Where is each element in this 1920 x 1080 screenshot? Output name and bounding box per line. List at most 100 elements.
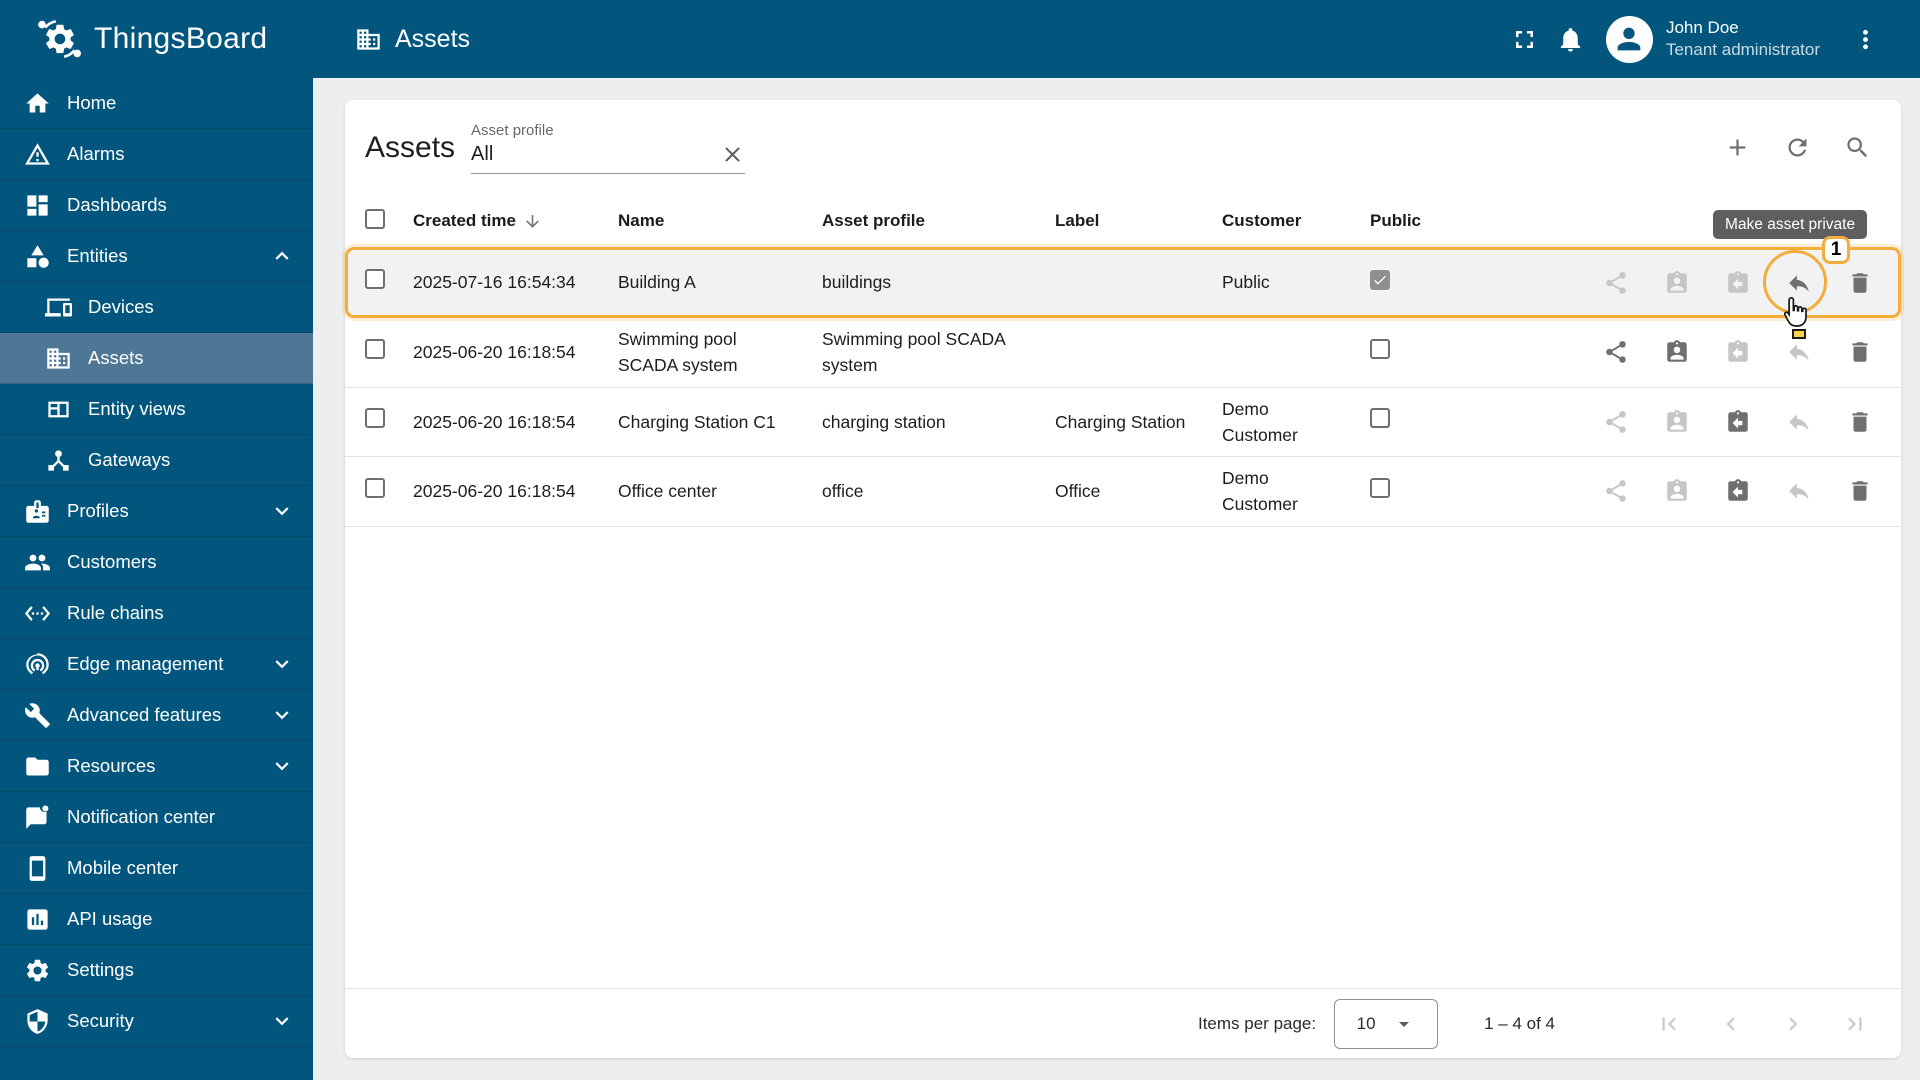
category-icon (24, 243, 51, 270)
row-checkbox[interactable] (365, 338, 385, 359)
cursor-pointer-icon (1783, 296, 1807, 327)
sidebar-item-entities[interactable]: Entities (0, 231, 313, 282)
sidebar-item-label: Gateways (88, 449, 171, 470)
cell-asset-profile: Swimming pool SCADA system (822, 329, 1005, 376)
sidebar-item-home[interactable]: Home (0, 78, 313, 129)
row-checkbox[interactable] (365, 408, 385, 429)
row-checkbox[interactable] (365, 268, 385, 289)
assign-to-customer-button[interactable] (1657, 332, 1697, 372)
column-header-name[interactable]: Name (618, 211, 822, 231)
sidebar-item-rule-chains[interactable]: Rule chains (0, 588, 313, 639)
table-row[interactable]: 2025-06-20 16:18:54 Office center office… (345, 457, 1901, 527)
make-asset-public-button (1596, 471, 1636, 511)
column-header-asset-profile[interactable]: Asset profile (822, 211, 1055, 231)
device_hub-icon (45, 447, 72, 474)
delete-asset-button[interactable] (1840, 332, 1880, 372)
chevron-up-icon (269, 243, 295, 269)
table-row[interactable]: 2025-07-16 16:54:34 Building A buildings… (345, 247, 1901, 318)
sidebar-item-notification-center[interactable]: Notification center (0, 792, 313, 843)
sidebar-item-label: Edge management (67, 653, 224, 674)
sidebar-item-settings[interactable]: Settings (0, 945, 313, 996)
card-title: Assets (365, 130, 456, 164)
smartphone-icon (24, 855, 51, 882)
sidebar-item-dashboards[interactable]: Dashboards (0, 180, 313, 231)
cell-customer: Demo Customer (1222, 398, 1298, 445)
dashboard-icon (24, 192, 51, 219)
sidebar-item-label: Alarms (67, 143, 125, 164)
paginator: Items per page: 10 1 – 4 of 4 (345, 988, 1901, 1058)
notifications-button[interactable] (1548, 16, 1594, 62)
security-icon (24, 1008, 51, 1035)
chevron-down-icon (269, 651, 295, 677)
table-row[interactable]: 2025-06-20 16:18:54 Charging Station C1 … (345, 388, 1901, 457)
sidebar-item-mobile-center[interactable]: Mobile center (0, 843, 313, 894)
more-menu-button[interactable] (1842, 16, 1888, 62)
sidebar-item-gateways[interactable]: Gateways (0, 435, 313, 486)
assets-page-icon (355, 26, 382, 53)
make-asset-private-button (1779, 402, 1819, 442)
cell-name: Building A (618, 272, 696, 293)
sidebar-item-advanced-features[interactable]: Advanced features (0, 690, 313, 741)
search-button[interactable] (1837, 128, 1877, 168)
column-header-label[interactable]: Label (1055, 211, 1222, 231)
sidebar-item-label: Entities (67, 245, 128, 266)
unassign-from-customer-button[interactable] (1718, 402, 1758, 442)
user-avatar[interactable] (1605, 15, 1653, 63)
sidebar-item-api-usage[interactable]: API usage (0, 894, 313, 945)
card-toolbar: Assets Asset profile All (345, 100, 1901, 195)
sidebar-item-label: Profiles (67, 500, 129, 521)
wifi_tethering-icon (24, 651, 51, 678)
select-all-checkbox[interactable] (365, 208, 385, 229)
sidebar-item-edge-management[interactable]: Edge management (0, 639, 313, 690)
sidebar: Home Alarms Dashboards Entities Devices … (0, 78, 313, 1080)
public-checkbox (1370, 338, 1390, 359)
table-row[interactable]: 2025-06-20 16:18:54 Swimming pool SCADA … (345, 318, 1901, 388)
sidebar-item-customers[interactable]: Customers (0, 537, 313, 588)
row-checkbox[interactable] (365, 477, 385, 498)
cell-customer: Public (1222, 272, 1270, 293)
folder-icon (24, 753, 51, 780)
items-per-page-select[interactable]: 10 (1334, 998, 1439, 1049)
clear-filter-button[interactable] (720, 142, 745, 167)
first-page-button (1649, 1004, 1689, 1044)
sidebar-item-entity-views[interactable]: Entity views (0, 384, 313, 435)
fullscreen-button[interactable] (1502, 16, 1548, 62)
assign-to-customer-button (1657, 402, 1697, 442)
sidebar-item-label: Dashboards (67, 194, 167, 215)
cell-created-time: 2025-06-20 16:18:54 (413, 342, 576, 363)
sidebar-item-security[interactable]: Security (0, 996, 313, 1047)
sidebar-item-resources[interactable]: Resources (0, 741, 313, 792)
sidebar-item-devices[interactable]: Devices (0, 282, 313, 333)
filter-value: All (471, 142, 494, 165)
sidebar-item-alarms[interactable]: Alarms (0, 129, 313, 180)
refresh-button[interactable] (1777, 128, 1817, 168)
asset-profile-filter[interactable]: Asset profile All (471, 121, 746, 174)
assets-card: Assets Asset profile All Created time Na… (345, 100, 1901, 1058)
warning-icon (24, 141, 51, 168)
add-asset-button[interactable] (1717, 128, 1757, 168)
next-page-button (1773, 1004, 1813, 1044)
column-header-customer[interactable]: Customer (1222, 211, 1370, 231)
app-logo[interactable]: ThingsBoard (0, 15, 313, 63)
sidebar-item-label: Rule chains (67, 602, 164, 623)
items-per-page-label: Items per page: (1197, 1013, 1317, 1033)
sidebar-item-assets[interactable]: Assets (0, 333, 313, 384)
user-info: John Doe Tenant administrator (1666, 17, 1820, 61)
chevron-down-icon (269, 1008, 295, 1034)
delete-asset-button[interactable] (1840, 471, 1880, 511)
sidebar-item-profiles[interactable]: Profiles (0, 486, 313, 537)
prev-page-button (1711, 1004, 1751, 1044)
unassign-from-customer-button (1718, 263, 1758, 303)
sidebar-item-label: Advanced features (67, 704, 222, 725)
column-header-created-time[interactable]: Created time (413, 211, 618, 231)
delete-asset-button[interactable] (1840, 402, 1880, 442)
make-asset-public-button[interactable] (1596, 332, 1636, 372)
filter-label: Asset profile (471, 121, 554, 139)
last-page-button (1835, 1004, 1875, 1044)
column-header-public[interactable]: Public (1370, 211, 1596, 231)
settings_ethernet-icon (24, 600, 51, 627)
delete-asset-button[interactable] (1840, 263, 1880, 303)
unassign-from-customer-button[interactable] (1718, 471, 1758, 511)
sidebar-item-label: Settings (67, 959, 134, 980)
make-asset-private-button (1779, 471, 1819, 511)
